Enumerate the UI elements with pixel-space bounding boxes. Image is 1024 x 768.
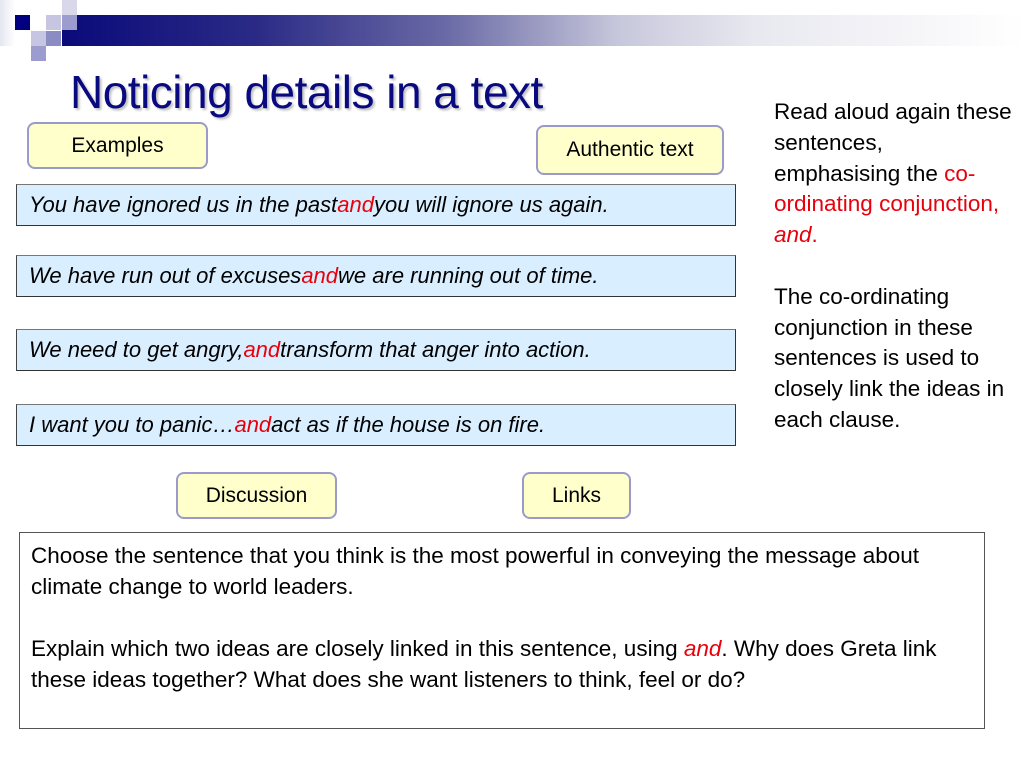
sentence-text: We have run out of excuses <box>29 263 302 288</box>
sentence-box: We have run out of excuses and we are ru… <box>16 255 736 297</box>
conjunction-highlight: and <box>234 412 272 437</box>
header-decoration-square <box>31 31 46 46</box>
read-aloud-instruction: Read aloud again these sentences, emphas… <box>774 97 1014 251</box>
task-conjunction-highlight: and <box>683 636 722 661</box>
discussion-button[interactable]: Discussion <box>176 472 337 519</box>
sentence-text: we are running out of time. <box>338 263 599 288</box>
sentence-text: You have ignored us in the past <box>29 192 338 217</box>
instruction-sidebar: Read aloud again these sentences, emphas… <box>774 97 1014 436</box>
conjunction-highlight: and <box>301 263 339 288</box>
task-paragraph-2: Explain which two ideas are closely link… <box>31 633 984 695</box>
header-gradient-bar <box>62 15 1024 46</box>
sentence-text: We need to get angry, <box>29 337 244 362</box>
examples-button[interactable]: Examples <box>27 122 208 169</box>
instruction-text: Read aloud again these sentences, emphas… <box>774 99 1012 186</box>
sentence-text: you will ignore us again. <box>373 192 609 217</box>
sentence-box: We need to get angry, and transform that… <box>16 329 736 371</box>
slide-title: Noticing details in a text <box>70 66 543 118</box>
header-decoration-square <box>62 0 77 15</box>
header-decoration-square <box>31 46 46 61</box>
links-button[interactable]: Links <box>522 472 631 519</box>
header-decoration-square <box>15 15 30 30</box>
task-paragraph-1: Choose the sentence that you think is th… <box>31 543 920 599</box>
conjunction-explanation: The co-ordinating conjunction in these s… <box>774 283 1005 432</box>
task-text: Explain which two ideas are closely link… <box>31 636 684 661</box>
sentence-text: act as if the house is on fire. <box>271 412 546 437</box>
header-decoration-square <box>0 0 15 46</box>
conjunction-highlight: and <box>243 337 281 362</box>
instruction-highlight-and: and <box>774 222 812 248</box>
sentence-box: You have ignored us in the past and you … <box>16 184 736 226</box>
authentic-text-button[interactable]: Authentic text <box>536 125 724 175</box>
instruction-highlight-end: . <box>811 222 818 248</box>
discussion-task-box: Choose the sentence that you think is th… <box>19 532 985 729</box>
header-decoration-square <box>46 15 61 30</box>
sentence-box: I want you to panic… and act as if the ho… <box>16 404 736 446</box>
header-decoration-square <box>46 31 61 46</box>
header-decoration-square <box>62 15 77 30</box>
conjunction-highlight: and <box>337 192 374 217</box>
sentence-text: I want you to panic… <box>29 412 235 437</box>
sentence-text: transform that anger into action. <box>280 337 591 362</box>
